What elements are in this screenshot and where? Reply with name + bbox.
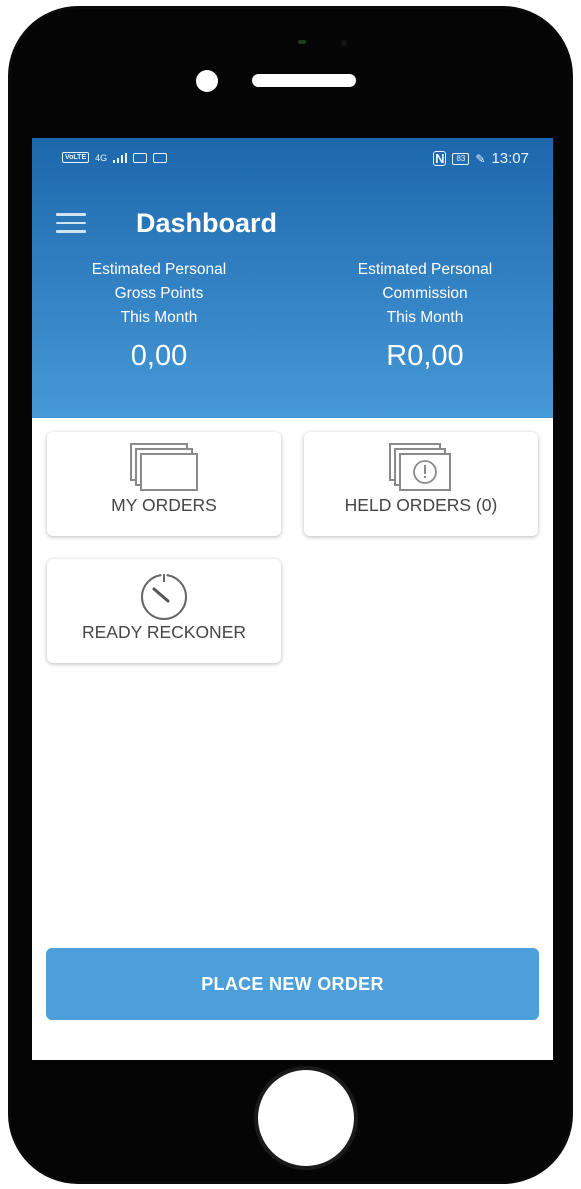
signal-icon — [113, 152, 128, 163]
nfc-icon: N — [433, 151, 447, 166]
app-screen: VoLTE 4G N 83 ✎ 13:07 Dashboard Estimate… — [32, 138, 553, 1060]
home-button[interactable] — [254, 1066, 358, 1170]
network-type: 4G — [95, 152, 108, 163]
my-orders-label: MY ORDERS — [111, 495, 217, 515]
hamburger-menu-icon[interactable] — [56, 213, 86, 233]
gross-points-label-line1: Estimated Personal — [91, 261, 227, 278]
gross-points-label-line2: Gross Points — [114, 285, 204, 302]
commission-value: R0,00 — [386, 340, 464, 372]
message-icon — [153, 152, 168, 163]
place-new-order-button[interactable]: PLACE NEW ORDER — [46, 948, 539, 1020]
ready-reckoner-label: READY RECKONER — [81, 622, 247, 642]
stacked-cards-icon — [130, 443, 198, 491]
stacked-cards-alert-icon — [389, 443, 451, 491]
volte-icon: VoLTE — [62, 152, 90, 163]
status-right: N 83 ✎ 13:07 — [433, 150, 529, 167]
power-saving-icon: ✎ — [475, 151, 486, 166]
commission-label-line1: Estimated Personal — [357, 261, 493, 278]
gross-points-stat: Estimated Personal Gross Points This Mon… — [39, 258, 279, 373]
front-camera — [196, 70, 218, 92]
proximity-sensor — [298, 40, 306, 44]
gross-points-value: 0,00 — [130, 340, 188, 372]
page-title: Dashboard — [136, 208, 278, 238]
stopwatch-icon — [141, 573, 187, 620]
commission-label-line2: Commission — [382, 285, 468, 302]
commission-label-line3: This Month — [386, 309, 464, 326]
my-orders-tile[interactable]: MY ORDERS — [47, 432, 281, 536]
status-left: VoLTE 4G — [62, 152, 168, 163]
held-orders-tile[interactable]: HELD ORDERS (0) — [304, 432, 538, 536]
ready-reckoner-tile[interactable]: READY RECKONER — [47, 559, 281, 663]
ambient-sensor — [341, 40, 347, 46]
dashboard-header: VoLTE 4G N 83 ✎ 13:07 Dashboard Estimate… — [32, 138, 553, 418]
held-orders-label: HELD ORDERS (0) — [344, 495, 498, 515]
battery-icon: 83 — [452, 152, 470, 165]
commission-stat: Estimated Personal Commission This Month… — [305, 258, 545, 373]
gross-points-label-line3: This Month — [120, 309, 198, 326]
status-bar: VoLTE 4G N 83 ✎ 13:07 — [32, 138, 553, 180]
earpiece-speaker — [252, 74, 356, 87]
clock: 13:07 — [491, 150, 529, 167]
laptop-icon — [133, 152, 148, 163]
